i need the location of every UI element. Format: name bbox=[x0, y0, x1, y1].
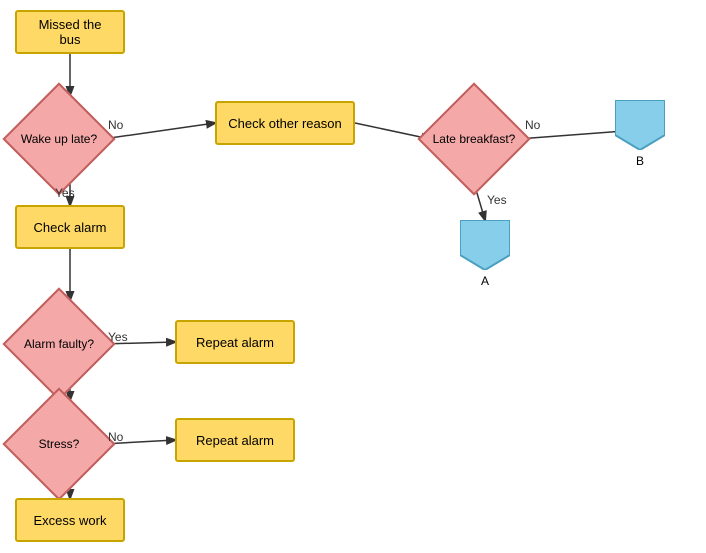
excess-work-label: Excess work bbox=[34, 513, 107, 528]
repeat-alarm-2-label: Repeat alarm bbox=[196, 433, 274, 448]
missed-bus-label: Missed the bus bbox=[27, 17, 113, 47]
stress-diamond-shape bbox=[2, 387, 115, 500]
no-late-label: No bbox=[525, 118, 540, 132]
connector-b-shape bbox=[615, 100, 665, 150]
alarm-faulty-diamond: Alarm faulty? bbox=[15, 300, 103, 388]
no-stress-label: No bbox=[108, 430, 123, 444]
yes-late-label: Yes bbox=[487, 193, 507, 207]
repeat-alarm-1-node: Repeat alarm bbox=[175, 320, 295, 364]
check-other-reason-node: Check other reason bbox=[215, 101, 355, 145]
yes-wake-label: Yes bbox=[55, 186, 75, 200]
check-alarm-node: Check alarm bbox=[15, 205, 125, 249]
stress-diamond: Stress? bbox=[15, 400, 103, 488]
alarm-faulty-diamond-shape bbox=[2, 287, 115, 400]
connector-a-shape bbox=[460, 220, 510, 270]
repeat-alarm-1-label: Repeat alarm bbox=[196, 335, 274, 350]
connector-a: A bbox=[460, 220, 510, 288]
yes-alarm-label: Yes bbox=[108, 330, 128, 344]
connector-b-label: B bbox=[636, 154, 644, 168]
late-breakfast-diamond: Late breakfast? bbox=[430, 95, 518, 183]
no-wake-label: No bbox=[108, 118, 123, 132]
late-breakfast-diamond-shape bbox=[417, 82, 530, 195]
repeat-alarm-2-node: Repeat alarm bbox=[175, 418, 295, 462]
check-alarm-label: Check alarm bbox=[34, 220, 107, 235]
missed-bus-node: Missed the bus bbox=[15, 10, 125, 54]
arrows-svg bbox=[0, 0, 706, 553]
check-other-reason-label: Check other reason bbox=[228, 116, 341, 131]
wake-up-late-diamond-shape bbox=[2, 82, 115, 195]
connector-a-label: A bbox=[481, 274, 489, 288]
flowchart: Missed the bus Wake up late? Check other… bbox=[0, 0, 706, 553]
connector-b: B bbox=[615, 100, 665, 168]
wake-up-late-diamond: Wake up late? bbox=[15, 95, 103, 183]
excess-work-node: Excess work bbox=[15, 498, 125, 542]
